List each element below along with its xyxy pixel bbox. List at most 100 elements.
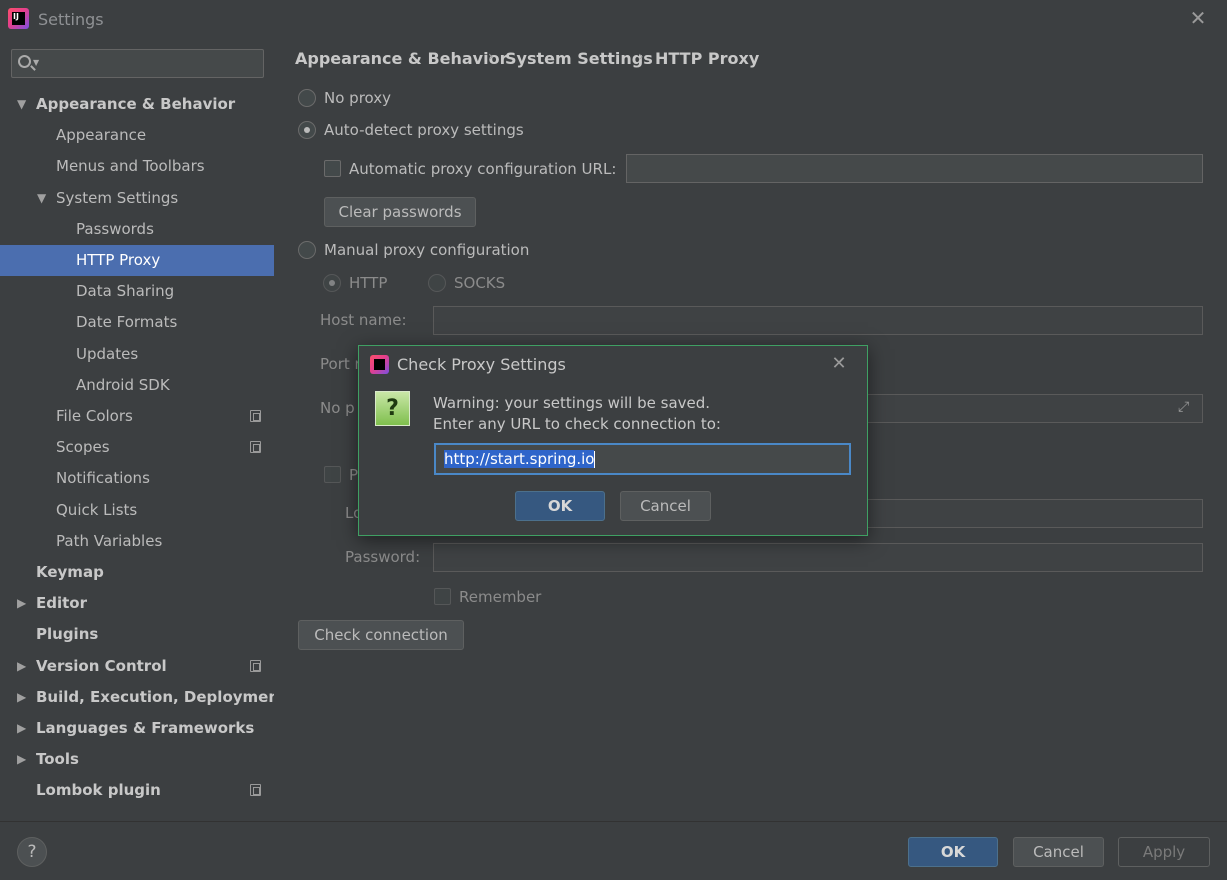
sidebar-item-editor[interactable]: ▶ Editor: [0, 588, 274, 619]
sidebar-item-data-sharing[interactable]: Data Sharing: [0, 276, 274, 307]
project-level-icon: [250, 784, 261, 797]
sidebar-item-http-proxy[interactable]: HTTP Proxy: [0, 245, 274, 276]
password-label: Password:: [345, 548, 421, 566]
sidebar-item-tools[interactable]: ▶ Tools: [0, 744, 274, 775]
expanded-arrow-icon[interactable]: ▼: [17, 89, 26, 120]
sidebar-item-notifications[interactable]: Notifications: [0, 463, 274, 494]
sidebar-item-android-sdk[interactable]: Android SDK: [0, 370, 274, 401]
proxy-auth-checkbox[interactable]: [324, 466, 341, 483]
sidebar-item-label: Notifications: [56, 469, 150, 488]
sidebar-item-path-variables[interactable]: Path Variables: [0, 526, 274, 557]
auto-config-url-label[interactable]: Automatic proxy configuration URL:: [349, 160, 616, 178]
sidebar-item-passwords[interactable]: Passwords: [0, 214, 274, 245]
no-proxy-radio[interactable]: [298, 89, 316, 107]
collapsed-arrow-icon[interactable]: ▶: [17, 682, 26, 713]
check-connection-button[interactable]: Check connection: [298, 620, 464, 650]
breadcrumb-separator: ›: [638, 49, 644, 65]
clear-passwords-button[interactable]: Clear passwords: [324, 197, 476, 227]
auto-config-url-checkbox[interactable]: [324, 160, 341, 177]
sidebar-item-scopes[interactable]: Scopes: [0, 432, 274, 463]
no-proxy-for-input[interactable]: [864, 394, 1203, 423]
apply-button[interactable]: Apply: [1118, 837, 1210, 867]
manual-proxy-label[interactable]: Manual proxy configuration: [324, 241, 529, 259]
socks-radio[interactable]: [428, 274, 446, 292]
project-level-icon: [250, 410, 261, 422]
breadcrumb-current: HTTP Proxy: [655, 49, 760, 68]
auto-detect-radio[interactable]: [298, 121, 316, 139]
sidebar-item-plugins[interactable]: Plugins: [0, 619, 274, 650]
host-name-label: Host name:: [320, 311, 407, 329]
host-name-input[interactable]: [433, 306, 1203, 335]
settings-sidebar: ▼ ▼ Appearance & Behavior Appearance Menus …: [0, 40, 286, 821]
sidebar-item-label: File Colors: [56, 407, 133, 425]
dialog-cancel-button[interactable]: Cancel: [620, 491, 711, 521]
http-radio[interactable]: [323, 274, 341, 292]
expand-icon[interactable]: ⤢: [1178, 399, 1194, 415]
sidebar-item-label: Menus and Toolbars: [56, 157, 205, 176]
sidebar-item-date-formats[interactable]: Date Formats: [0, 307, 274, 338]
sidebar-item-label: Version Control: [36, 656, 167, 675]
window-close-icon[interactable]: ✕: [1186, 6, 1210, 30]
sidebar-item-label: Build, Execution, Deployment: [36, 687, 287, 706]
breadcrumb-item[interactable]: System Settings: [505, 49, 653, 68]
sidebar-item-label: Path Variables: [56, 531, 163, 550]
check-proxy-settings-dialog: Check Proxy Settings ✕ ? Warning: your s…: [358, 345, 868, 536]
sidebar-item-menus-and-toolbars[interactable]: Menus and Toolbars: [0, 151, 274, 182]
sidebar-item-appearance[interactable]: Appearance: [0, 120, 274, 151]
sidebar-item-label: Data Sharing: [76, 282, 175, 301]
auto-detect-label[interactable]: Auto-detect proxy settings: [324, 121, 524, 139]
sidebar-item-keymap[interactable]: Keymap: [0, 557, 274, 588]
sidebar-item-version-control[interactable]: ▶ Version Control: [0, 651, 274, 682]
dialog-close-icon[interactable]: ✕: [827, 352, 851, 376]
sidebar-item-label: Android SDK: [76, 375, 170, 394]
dialog-footer: ? OK Cancel Apply: [0, 821, 1227, 880]
sidebar-item-file-colors[interactable]: File Colors: [0, 401, 274, 432]
password-input[interactable]: [433, 543, 1203, 572]
sidebar-item-lombok-plugin[interactable]: Lombok plugin: [0, 775, 274, 806]
sidebar-item-appearance-behavior[interactable]: ▼ Appearance & Behavior: [0, 89, 274, 120]
text-cursor: [594, 451, 596, 468]
dialog-ok-button[interactable]: OK: [515, 491, 605, 521]
intellij-logo-icon: IJ: [8, 8, 29, 29]
sidebar-item-label: Appearance & Behavior: [36, 95, 236, 113]
search-icon: [18, 55, 31, 68]
question-icon: ?: [375, 391, 410, 426]
sidebar-item-label: Date Formats: [76, 313, 178, 332]
sidebar-item-quick-lists[interactable]: Quick Lists: [0, 495, 274, 526]
collapsed-arrow-icon[interactable]: ▶: [17, 651, 26, 682]
help-button[interactable]: ?: [17, 837, 47, 867]
sidebar-item-build-execution-deployment[interactable]: ▶ Build, Execution, Deployment: [0, 682, 286, 713]
breadcrumb-item[interactable]: Appearance & Behavior: [295, 49, 507, 68]
sidebar-item-label: System Settings: [56, 188, 179, 207]
remember-checkbox[interactable]: [434, 588, 451, 605]
proxy-auth-label[interactable]: P: [349, 466, 358, 484]
sidebar-item-system-settings[interactable]: ▼ System Settings: [0, 183, 274, 214]
expanded-arrow-icon[interactable]: ▼: [37, 183, 46, 214]
collapsed-arrow-icon[interactable]: ▶: [17, 744, 26, 775]
breadcrumb-separator: ›: [488, 49, 494, 65]
project-level-icon: [250, 441, 261, 454]
collapsed-arrow-icon[interactable]: ▶: [17, 588, 26, 619]
login-input[interactable]: [864, 499, 1203, 528]
sidebar-item-label: Appearance: [56, 126, 147, 145]
manual-proxy-radio[interactable]: [298, 241, 316, 259]
http-label[interactable]: HTTP: [349, 274, 387, 292]
window-title: Settings: [38, 10, 104, 29]
sidebar-item-label: Passwords: [76, 219, 154, 238]
cancel-button[interactable]: Cancel: [1013, 837, 1104, 867]
check-url-input[interactable]: http://start.spring.io: [434, 443, 851, 475]
sidebar-item-label: Lombok plugin: [36, 781, 161, 800]
sidebar-item-languages-frameworks[interactable]: ▶ Languages & Frameworks: [0, 713, 274, 744]
sidebar-item-label: Scopes: [56, 438, 110, 457]
socks-label[interactable]: SOCKS: [454, 274, 505, 292]
settings-search-input[interactable]: ▼: [11, 49, 264, 78]
sidebar-item-label: Updates: [76, 344, 139, 363]
ok-button[interactable]: OK: [908, 837, 998, 867]
auto-config-url-input[interactable]: [626, 154, 1203, 183]
sidebar-item-label: Tools: [36, 750, 79, 769]
sidebar-item-updates[interactable]: Updates: [0, 339, 274, 370]
no-proxy-label[interactable]: No proxy: [324, 89, 391, 107]
sidebar-item-label: Languages & Frameworks: [36, 719, 255, 737]
collapsed-arrow-icon[interactable]: ▶: [17, 713, 26, 744]
remember-label[interactable]: Remember: [459, 588, 541, 606]
